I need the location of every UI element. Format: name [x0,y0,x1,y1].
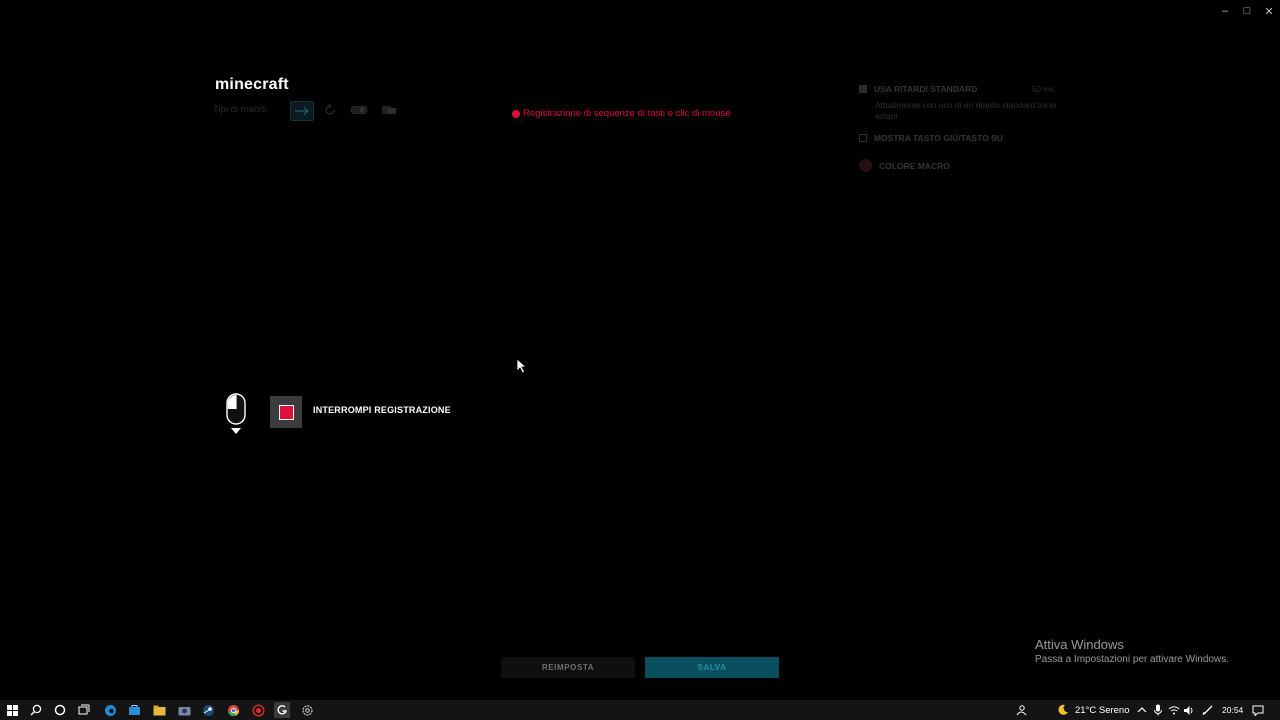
activation-watermark-subtitle: Passa a Impostazioni per attivare Window… [1035,654,1229,665]
people-button[interactable] [1014,703,1028,717]
search-button[interactable] [29,703,43,717]
macro-color-label: COLORE MACRO [879,160,950,171]
chrome-icon [227,704,239,716]
mouse-pointer-icon [516,358,528,379]
weather-text[interactable]: 21°C Sereno [1075,700,1130,720]
macro-color-option[interactable]: COLORE MACRO [859,159,950,172]
notifications-button[interactable] [1251,703,1265,717]
taskbar-settings-app[interactable] [300,703,314,717]
recording-dot-icon [512,109,520,118]
show-key-down-up-checkbox[interactable] [859,134,867,142]
use-standard-delays-label: USA RITARDI STANDARD [874,84,978,94]
recording-status-text: Registrazione di sequenze di tasti e cli… [523,108,731,119]
clock[interactable]: 20:54 [1222,700,1243,720]
use-standard-delays-checkbox[interactable] [859,85,867,93]
minimize-button[interactable]: – [1214,0,1236,22]
tray-overflow-chevron-icon[interactable] [1135,703,1149,717]
repeat-icon [325,103,335,115]
task-view-icon [78,704,90,715]
taskbar-camera-app[interactable] [177,703,191,717]
macro-type-toggle-button[interactable] [348,101,370,119]
folder-icon [153,705,165,715]
cortana-circle-icon [54,704,66,716]
macro-type-sequence-button[interactable] [290,101,314,121]
standard-delays-description: Attualmente con uso di un ritardo standa… [875,100,1057,121]
microphone-icon [1154,704,1162,716]
speaker-icon [1184,705,1193,715]
use-standard-delays-option[interactable]: USA RITARDI STANDARD [859,84,977,94]
search-icon [30,704,42,716]
activation-watermark-title: Attiva Windows [1035,637,1124,652]
mouse-input-indicator [224,393,248,442]
pen-tray-icon[interactable] [1201,703,1215,717]
hold-icon [382,106,396,114]
steam-icon [202,704,214,716]
cursor-arrow-icon [516,358,528,374]
taskbar-store-app[interactable] [127,703,141,717]
stop-recording-label[interactable]: INTERROMPI REGISTRAZIONE [313,405,451,415]
moon-icon [1058,704,1068,715]
taskbar-recorder-app[interactable] [251,703,265,717]
taskbar-chrome-app[interactable] [226,703,240,717]
window-controls: – □ ✕ [1214,0,1280,22]
stop-icon [278,404,294,420]
mouse-icon [226,393,246,434]
macro-title: minecraft [215,76,289,93]
microphone-tray-icon[interactable] [1151,703,1165,717]
gear-icon [301,704,313,716]
recording-status: Registrazione di sequenze di tasti e cli… [512,108,731,119]
arrow-right-icon [295,107,309,115]
maximize-button[interactable]: □ [1236,0,1258,22]
standard-delay-value: 50 ms [1032,85,1054,94]
cortana-button[interactable] [53,703,67,717]
save-button[interactable]: SALVA [645,657,779,678]
weather-icon [1056,703,1070,717]
macro-color-swatch-icon[interactable] [859,159,872,172]
network-tray-icon[interactable] [1167,703,1181,717]
windows-logo-icon [6,704,18,716]
macro-types-label: Tipi di macro [213,104,268,115]
macro-type-repeat-button[interactable] [319,101,341,119]
people-icon [1016,705,1027,716]
store-bag-icon [128,705,140,715]
logitech-g-icon [277,705,287,715]
edge-browser-icon [104,704,116,716]
stop-recording-button[interactable] [270,396,302,428]
start-button[interactable] [5,703,19,717]
task-view-button[interactable] [77,703,91,717]
taskbar-explorer-app[interactable] [152,703,166,717]
toggle-icon [350,106,368,114]
record-icon [251,703,265,717]
taskbar-edge-app[interactable] [103,703,117,717]
taskbar-ghub-app[interactable] [274,702,290,718]
show-key-down-up-label: MOSTRA TASTO GIÙ/TASTO SU [874,133,1003,143]
camera-icon [178,706,190,715]
chevron-up-icon [1137,707,1147,713]
wifi-icon [1168,706,1180,715]
notification-icon [1252,705,1264,716]
reset-button[interactable]: REIMPOSTA [501,657,635,678]
taskbar-steam-app[interactable] [201,703,215,717]
volume-tray-icon[interactable] [1182,703,1196,717]
pen-icon [1202,705,1213,716]
taskbar: 21°C Sereno 20:54 [0,700,1280,720]
show-key-down-up-option[interactable]: MOSTRA TASTO GIÙ/TASTO SU [859,133,1003,143]
macro-type-hold-button[interactable] [378,101,400,119]
close-button[interactable]: ✕ [1258,0,1280,22]
